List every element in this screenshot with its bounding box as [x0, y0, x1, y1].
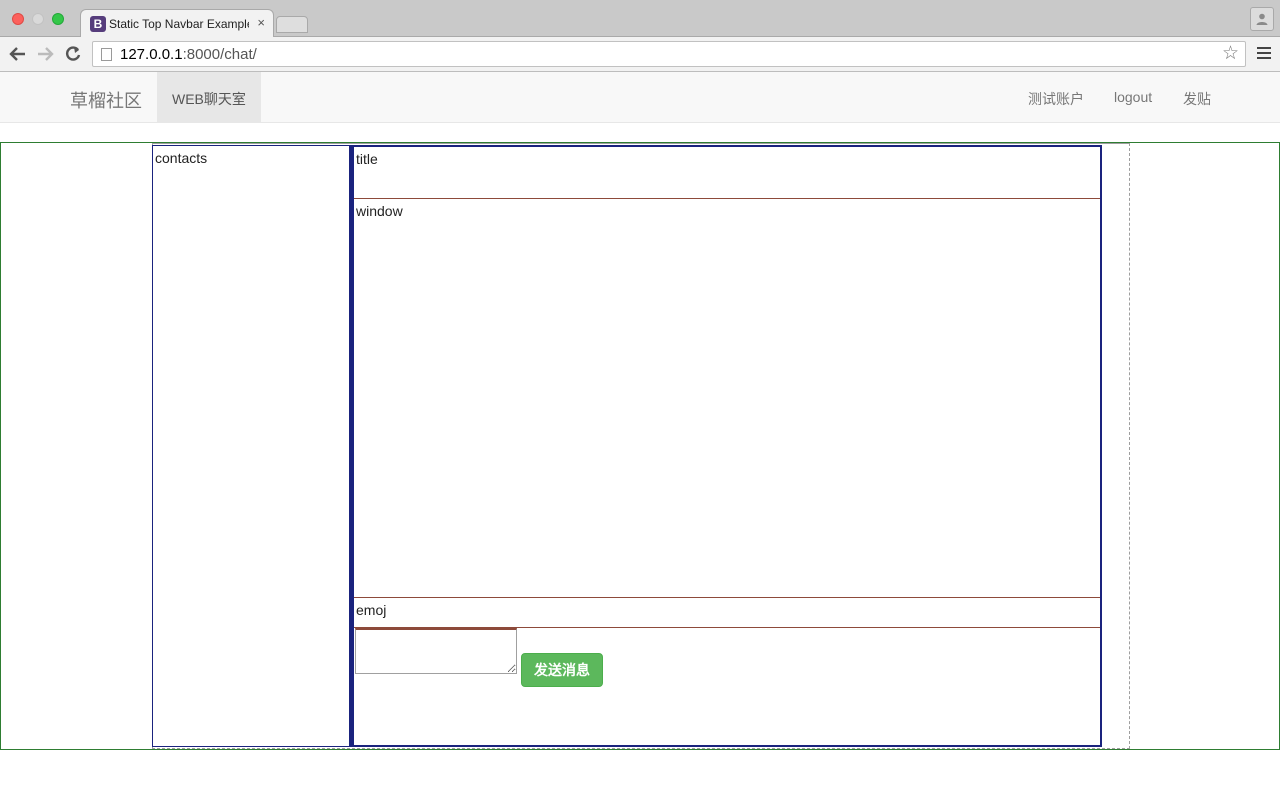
navbar-brand[interactable]: 草榴社区 — [70, 87, 142, 113]
bootstrap-favicon-icon: B — [90, 16, 106, 32]
new-tab-button[interactable] — [276, 16, 308, 33]
close-window-button[interactable] — [12, 13, 24, 25]
site-navbar: 草榴社区 WEB聊天室 测试账户 logout 发贴 — [0, 72, 1280, 123]
tab-close-icon[interactable]: × — [257, 15, 265, 30]
url-text: 127.0.0.1:8000/chat/ — [120, 46, 257, 63]
tab-title: Static Top Navbar Example — [109, 17, 249, 31]
nav-item-label: WEB聊天室 — [172, 91, 246, 107]
reload-icon[interactable] — [63, 44, 83, 64]
nav-item-web-chat[interactable]: WEB聊天室 — [157, 72, 261, 122]
emoji-label: emoj — [356, 602, 387, 618]
nav-item-new-post[interactable]: 发贴 — [1183, 89, 1211, 109]
send-message-button[interactable]: 发送消息 — [521, 653, 603, 687]
chat-window-label: window — [356, 203, 403, 219]
url-host: 127.0.0.1 — [120, 46, 183, 63]
message-input-pane: 发送消息 — [354, 628, 1100, 745]
emoji-pane[interactable]: emoj — [354, 598, 1100, 628]
nav-item-test-account[interactable]: 测试账户 — [1028, 89, 1084, 109]
maximize-window-button[interactable] — [52, 13, 64, 25]
contacts-panel: contacts — [152, 145, 352, 747]
message-textarea[interactable] — [355, 628, 517, 674]
chat-window-pane: window — [354, 198, 1100, 598]
back-arrow-icon[interactable] — [8, 44, 28, 64]
bookmark-star-icon[interactable]: ☆ — [1222, 44, 1239, 64]
chat-panel: title window emoj 发送消息 — [352, 145, 1102, 747]
person-icon — [1256, 13, 1268, 25]
minimize-window-button[interactable] — [32, 13, 44, 25]
page-icon — [101, 48, 112, 61]
nav-item-logout[interactable]: logout — [1114, 89, 1152, 105]
profile-button[interactable] — [1250, 7, 1274, 31]
contacts-label: contacts — [155, 150, 208, 166]
browser-tab-active[interactable]: B Static Top Navbar Example × — [80, 9, 274, 38]
chat-title-label: title — [356, 151, 378, 167]
address-bar[interactable]: 127.0.0.1:8000/chat/ ☆ — [92, 41, 1246, 67]
browser-menu-icon[interactable] — [1257, 47, 1271, 61]
url-path: :8000/chat/ — [182, 46, 257, 63]
chat-title-pane: title — [354, 147, 1100, 198]
browser-toolbar: 127.0.0.1:8000/chat/ ☆ — [0, 37, 1280, 72]
forward-arrow-icon[interactable] — [35, 44, 55, 64]
browser-tabstrip: B Static Top Navbar Example × — [0, 0, 1280, 38]
